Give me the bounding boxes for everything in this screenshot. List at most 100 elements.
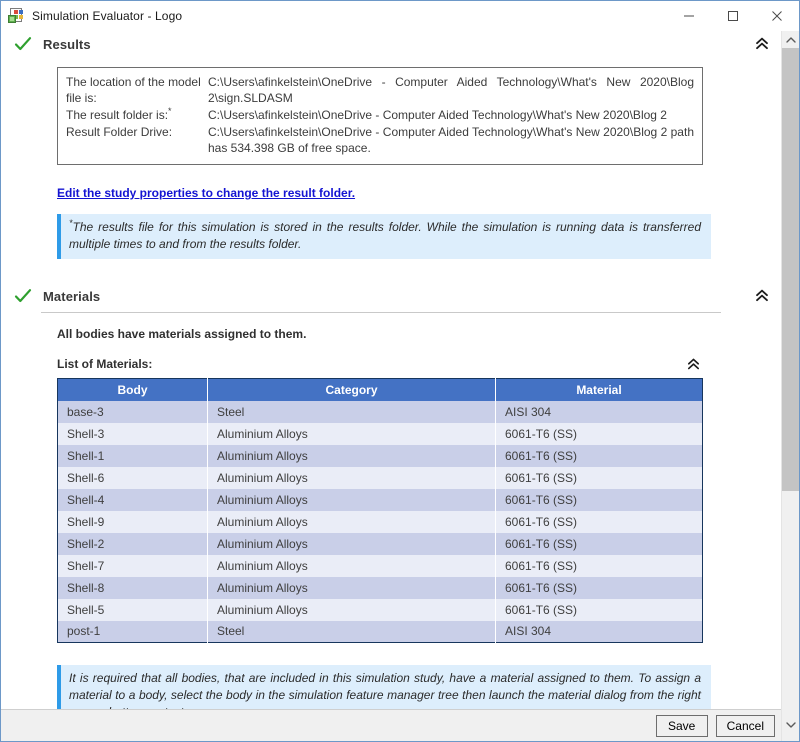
materials-section-title: Materials — [43, 288, 101, 304]
cell-material: 6061-T6 (SS) — [495, 466, 703, 489]
cancel-button[interactable]: Cancel — [715, 714, 775, 737]
vertical-scrollbar[interactable] — [781, 31, 799, 709]
cell-material: 6061-T6 (SS) — [495, 598, 703, 621]
cell-category: Aluminium Alloys — [207, 422, 496, 445]
materials-table: Body Category Material base-3 Steel AISI 3… — [57, 378, 703, 643]
cell-material: 6061-T6 (SS) — [495, 576, 703, 599]
double-chevron-up-icon[interactable] — [751, 285, 773, 307]
footnote-marker: * — [168, 106, 172, 116]
edit-study-properties-link[interactable]: Edit the study properties to change the … — [57, 186, 355, 200]
cell-category: Aluminium Alloys — [207, 532, 496, 555]
results-note-text: *The results file for this simulation is… — [69, 219, 701, 253]
result-folder-label: The result folder is:* — [66, 107, 208, 123]
cell-category: Aluminium Alloys — [207, 598, 496, 621]
green-check-icon — [13, 288, 33, 304]
model-file-value: C:\Users\afinkelstein\OneDrive - Compute… — [208, 75, 694, 105]
list-of-materials-label: List of Materials: — [57, 357, 153, 371]
table-row[interactable]: Shell-4 Aluminium Alloys 6061-T6 (SS) — [57, 488, 703, 511]
cell-body: Shell-5 — [57, 598, 208, 621]
materials-table-body: base-3 Steel AISI 304 Shell-3 Aluminium Allo… — [57, 400, 703, 643]
cell-body: base-3 — [57, 400, 208, 423]
cell-body: Shell-3 — [57, 422, 208, 445]
cell-category: Steel — [207, 620, 496, 643]
window-title: Simulation Evaluator - Logo — [32, 8, 183, 23]
table-row[interactable]: post-1 Steel AISI 304 — [57, 620, 703, 643]
maximize-button[interactable] — [711, 1, 755, 30]
window-controls — [667, 1, 799, 30]
footer-strip: Save Cancel — [1, 709, 799, 741]
cell-body: Shell-9 — [57, 510, 208, 533]
cell-category: Aluminium Alloys — [207, 488, 496, 511]
save-button[interactable]: Save — [655, 714, 708, 737]
cell-body: Shell-2 — [57, 532, 208, 555]
results-info-row: Result Folder Drive: C:\Users\afinkelste… — [66, 124, 694, 156]
simulation-evaluator-window: Simulation Evaluator - Logo Results The … — [0, 0, 800, 742]
table-row[interactable]: Shell-3 Aluminium Alloys 6061-T6 (SS) — [57, 422, 703, 445]
cell-category: Aluminium Alloys — [207, 576, 496, 599]
results-info-row: The result folder is:* C:\Users\afinkels… — [66, 107, 694, 123]
cell-body: Shell-7 — [57, 554, 208, 577]
table-row[interactable]: Shell-7 Aluminium Alloys 6061-T6 (SS) — [57, 554, 703, 577]
scrollbar-track[interactable] — [782, 48, 799, 709]
title-bar: Simulation Evaluator - Logo — [1, 1, 799, 31]
materials-summary: All bodies have materials assigned to th… — [57, 327, 307, 341]
materials-table-head: Body Category Material — [57, 378, 703, 401]
scroll-content: Results The location of the model file i… — [1, 31, 781, 709]
cell-material: 6061-T6 (SS) — [495, 444, 703, 467]
result-folder-label-text: The result folder is: — [66, 108, 169, 122]
chevron-down-icon[interactable] — [781, 709, 799, 741]
table-row[interactable]: Shell-9 Aluminium Alloys 6061-T6 (SS) — [57, 510, 703, 533]
cell-category: Aluminium Alloys — [207, 444, 496, 467]
table-header-row: Body Category Material — [57, 378, 703, 401]
results-section-title: Results — [43, 36, 91, 52]
list-of-materials-row: List of Materials: — [57, 355, 703, 373]
results-note: *The results file for this simulation is… — [57, 214, 711, 259]
dialog-body: Results The location of the model file i… — [1, 31, 799, 709]
table-row[interactable]: Shell-8 Aluminium Alloys 6061-T6 (SS) — [57, 576, 703, 599]
cell-body: Shell-6 — [57, 466, 208, 489]
cell-material: 6061-T6 (SS) — [495, 532, 703, 555]
double-chevron-up-icon[interactable] — [751, 33, 773, 55]
chevron-up-icon[interactable] — [782, 31, 799, 48]
scrollbar-thumb[interactable] — [782, 48, 799, 491]
cell-body: Shell-4 — [57, 488, 208, 511]
result-folder-drive-label: Result Folder Drive: — [66, 125, 173, 139]
simulation-evaluator-icon — [8, 7, 24, 24]
cell-material: 6061-T6 (SS) — [495, 488, 703, 511]
cell-material: AISI 304 — [495, 620, 703, 643]
materials-section-header[interactable]: Materials — [1, 283, 781, 309]
results-note-body: The results file for this simulation is … — [69, 220, 701, 251]
cell-body: post-1 — [57, 620, 208, 643]
minimize-button[interactable] — [667, 1, 711, 30]
materials-note-text: It is required that all bodies, that are… — [69, 671, 701, 709]
table-row[interactable]: Shell-5 Aluminium Alloys 6061-T6 (SS) — [57, 598, 703, 621]
cell-category: Steel — [207, 400, 496, 423]
table-row[interactable]: base-3 Steel AISI 304 — [57, 400, 703, 423]
cell-material: 6061-T6 (SS) — [495, 554, 703, 577]
cell-body: Shell-1 — [57, 444, 208, 467]
results-section: Results The location of the model file i… — [1, 31, 781, 259]
footer-bar: Save Cancel — [1, 709, 781, 741]
double-chevron-up-icon[interactable] — [683, 355, 703, 373]
cell-body: Shell-8 — [57, 576, 208, 599]
results-info-box: The location of the model file is: C:\Us… — [57, 67, 703, 165]
edit-link-row: Edit the study properties to change the … — [57, 184, 781, 202]
materials-note: It is required that all bodies, that are… — [57, 665, 711, 709]
table-row[interactable]: Shell-2 Aluminium Alloys 6061-T6 (SS) — [57, 532, 703, 555]
model-file-label: The location of the model file is: — [66, 75, 201, 105]
table-row[interactable]: Shell-6 Aluminium Alloys 6061-T6 (SS) — [57, 466, 703, 489]
column-header-category[interactable]: Category — [207, 378, 496, 401]
close-button[interactable] — [755, 1, 799, 30]
result-folder-value: C:\Users\afinkelstein\OneDrive - Compute… — [208, 108, 667, 122]
column-header-body[interactable]: Body — [57, 378, 208, 401]
results-info-row: The location of the model file is: C:\Us… — [66, 74, 694, 106]
cell-material: AISI 304 — [495, 400, 703, 423]
cell-category: Aluminium Alloys — [207, 510, 496, 533]
column-header-material[interactable]: Material — [495, 378, 703, 401]
table-row[interactable]: Shell-1 Aluminium Alloys 6061-T6 (SS) — [57, 444, 703, 467]
cell-material: 6061-T6 (SS) — [495, 510, 703, 533]
green-check-icon — [13, 36, 33, 52]
materials-section: Materials All bodies have materials assi… — [1, 283, 781, 709]
results-section-header[interactable]: Results — [1, 31, 781, 57]
cell-category: Aluminium Alloys — [207, 554, 496, 577]
